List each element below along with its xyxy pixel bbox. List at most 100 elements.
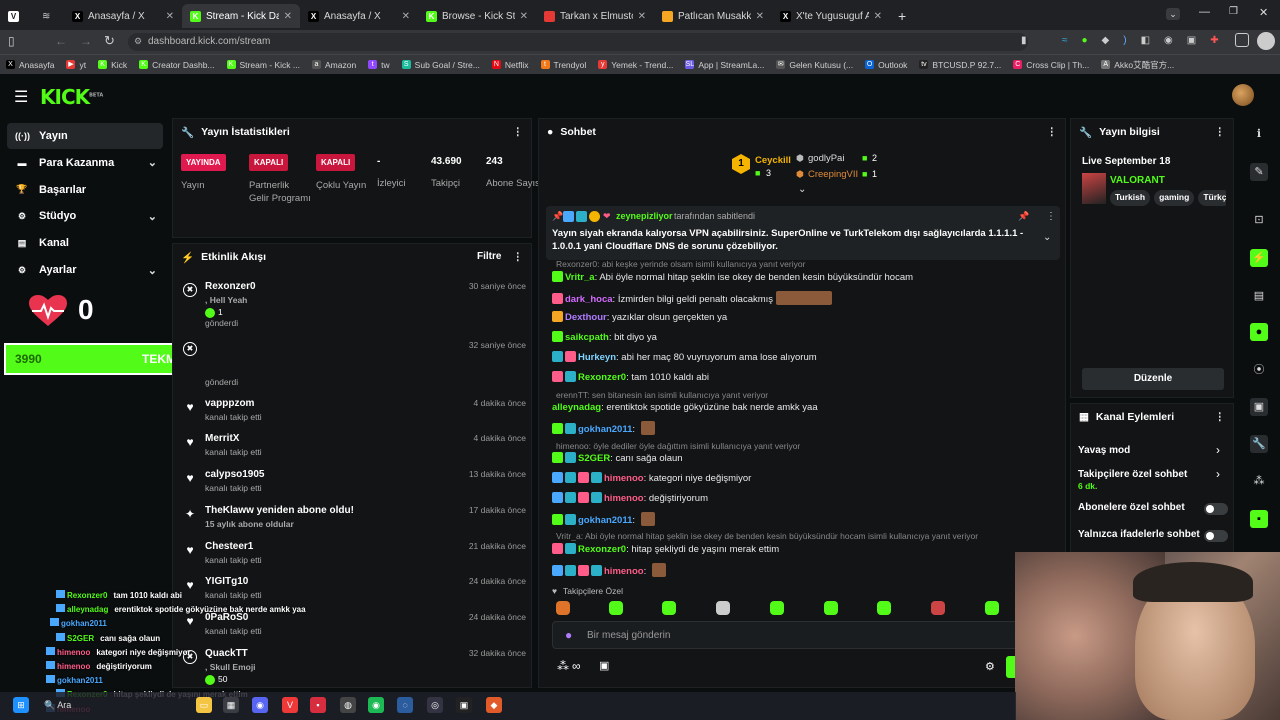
extensions-menu-icon[interactable] xyxy=(1235,33,1249,47)
pinned-by-user[interactable]: zeynepizliyor xyxy=(616,211,673,221)
bookmark-item[interactable]: X Anasayfa xyxy=(0,60,60,70)
document-icon[interactable]: ▤ xyxy=(1250,287,1268,305)
stream-tag[interactable]: Turkish xyxy=(1110,190,1151,206)
emote-icon[interactable] xyxy=(877,601,891,615)
edit-button[interactable]: Düzenle xyxy=(1082,368,1224,390)
new-tab-button[interactable]: + xyxy=(890,4,910,28)
emote-icon[interactable] xyxy=(662,601,676,615)
bookmark-item[interactable]: t tw xyxy=(362,60,396,70)
chat-input[interactable]: ● Bir mesaj gönderin xyxy=(552,621,1062,649)
reload-icon[interactable]: ↻ xyxy=(104,33,115,49)
chat-username[interactable]: himenoo xyxy=(604,566,644,577)
bookmark-item[interactable]: K Stream - Kick ... xyxy=(221,60,306,70)
bookmark-item[interactable]: K Kick xyxy=(92,60,133,70)
screen-icon[interactable]: ⊡ xyxy=(1250,211,1268,229)
close-tab-icon[interactable]: ✕ xyxy=(166,11,174,22)
hamburger-menu-icon[interactable]: ☰ xyxy=(14,87,28,107)
unpin-icon[interactable]: 📌 xyxy=(1018,211,1029,222)
bookmark-item[interactable]: K Creator Dashb... xyxy=(133,60,220,70)
chat-username[interactable]: dark_hoca xyxy=(565,294,613,305)
spotify-icon[interactable]: ◉ xyxy=(368,697,384,713)
activity-name[interactable]: MerritX xyxy=(205,433,239,444)
channel-action-label[interactable]: Takipçilere özel sohbet xyxy=(1078,469,1187,480)
activity-name[interactable]: vapppzom xyxy=(205,398,254,409)
browser-tab[interactable]: K Stream - Kick Dashboard ✕ xyxy=(182,4,300,28)
close-tab-icon[interactable]: ✕ xyxy=(284,11,292,22)
emote-icon[interactable] xyxy=(931,601,945,615)
activity-name[interactable]: YIGITg10 xyxy=(205,576,248,587)
toolbox-icon[interactable]: ▣ xyxy=(1250,398,1268,416)
browser-tab[interactable]: Patlıcan Musakka Yapılış (v ✕ xyxy=(654,4,772,28)
bookmark-item[interactable]: O Outlook xyxy=(859,60,913,70)
close-tab-icon[interactable]: ✕ xyxy=(874,11,882,22)
sidebar-item-5[interactable]: ⚙ Ayarlar ⌄ xyxy=(7,257,163,283)
file-explorer-icon[interactable]: ▭ xyxy=(196,697,212,713)
channel-action-label[interactable]: Yavaş mod xyxy=(1078,445,1130,456)
microphone-icon[interactable]: ● xyxy=(565,628,572,642)
forward-arrow-icon[interactable]: → xyxy=(80,34,92,48)
windows-start-icon[interactable]: ⊞ xyxy=(13,697,29,713)
close-tab-icon[interactable]: ✕ xyxy=(402,11,410,22)
bookmark-item[interactable]: ✉ Gelen Kutusu (... xyxy=(770,60,859,70)
obs-icon[interactable]: ◍ xyxy=(340,697,356,713)
chat-username[interactable]: himenoo xyxy=(604,473,644,484)
browser-tab[interactable]: X X'te Yugusuguf Arşiv: "buzc ✕ xyxy=(772,4,890,28)
app-icon[interactable]: ▣ xyxy=(456,697,472,713)
chat-username[interactable]: gokhan2011 xyxy=(578,424,632,435)
channel-action-label[interactable]: Abonelere özel sohbet xyxy=(1078,502,1185,513)
browser-tab[interactable]: X Anasayfa / X ✕ xyxy=(64,4,182,28)
chat-username[interactable]: Vritr_a xyxy=(565,272,595,283)
broadcast-icon[interactable]: ⦿ xyxy=(1250,361,1268,379)
emote-icon[interactable] xyxy=(556,601,570,615)
chevron-right-icon[interactable]: › xyxy=(1216,467,1220,481)
chat-username[interactable]: Hurkeyn xyxy=(578,352,616,363)
emote-icon[interactable] xyxy=(824,601,838,615)
category-name[interactable]: VALORANT xyxy=(1110,175,1165,186)
discord-icon[interactable]: ◉ xyxy=(252,697,268,713)
chat-more-icon[interactable]: ⋮ xyxy=(1047,126,1058,138)
back-arrow-icon[interactable]: ← xyxy=(55,34,67,48)
chat-username[interactable]: S2GER xyxy=(578,453,610,464)
profile-avatar[interactable] xyxy=(1257,32,1275,50)
activity-name[interactable]: TheKlaww yeniden abone oldu! xyxy=(205,505,354,516)
activity-name[interactable]: calypso1905 xyxy=(205,469,265,480)
extension-icon-5[interactable]: ◧ xyxy=(1141,35,1150,46)
extension-icon-7[interactable]: ▣ xyxy=(1187,35,1196,46)
taskbar-search[interactable]: 🔍 Ara xyxy=(44,697,164,713)
app-icon[interactable]: ◎ xyxy=(427,697,443,713)
extension-icon-1[interactable]: ≈ xyxy=(1062,35,1068,46)
activity-name[interactable]: QuackTT xyxy=(205,648,248,659)
chevron-down-icon[interactable]: ⌄ xyxy=(1043,232,1051,243)
bookmark-item[interactable]: C Cross Clip | Th... xyxy=(1007,60,1095,70)
emote-icon[interactable] xyxy=(716,601,730,615)
tab-list-chevron-icon[interactable]: ⌄ xyxy=(1166,8,1180,20)
chat-username[interactable]: alleynadag xyxy=(552,402,601,413)
browser-tab[interactable]: Tarkan x Elmusto x Era7cap ✕ xyxy=(536,4,654,28)
pinned-more-icon[interactable]: ⋮ xyxy=(1046,211,1056,222)
extension-icon-8[interactable]: ✚ xyxy=(1210,35,1218,46)
close-tab-icon[interactable]: ✕ xyxy=(638,11,646,22)
stats-more-icon[interactable]: ⋮ xyxy=(513,126,524,138)
stream-tag[interactable]: Türkç xyxy=(1198,190,1226,206)
info-icon[interactable]: ℹ xyxy=(1250,125,1268,143)
chat-username[interactable]: Dexthour xyxy=(565,312,607,323)
browser-tab[interactable]: K Browse - Kick Streaming ✕ xyxy=(418,4,536,28)
bookmark-icon[interactable]: ▮ xyxy=(1021,35,1027,46)
app-icon[interactable]: ◌ xyxy=(397,697,413,713)
browser-menu-button[interactable]: V xyxy=(0,4,34,28)
channel-actions-more-icon[interactable]: ⋮ xyxy=(1215,411,1226,423)
stream-tag[interactable]: gaming xyxy=(1154,190,1195,206)
bookmark-item[interactable]: ▶ yt xyxy=(60,60,92,70)
activity-more-icon[interactable]: ⋮ xyxy=(513,251,524,263)
expand-leaderboard-icon[interactable]: ⌄ xyxy=(798,184,806,195)
filter-button[interactable]: Filtre xyxy=(477,251,501,262)
bookmark-item[interactable]: SL App | StreamLa... xyxy=(679,60,770,70)
close-tab-icon[interactable]: ✕ xyxy=(756,11,764,22)
kick-points-icon[interactable]: ⁂ xyxy=(1250,472,1268,490)
chevron-down-icon[interactable]: ⌄ xyxy=(148,210,157,223)
url-field[interactable]: dashboard.kick.com/stream xyxy=(128,33,1028,51)
sidebar-item-1[interactable]: ▬ Para Kazanma ⌄ xyxy=(7,150,163,176)
minimize-window-button[interactable]: — xyxy=(1199,6,1210,18)
bolt-icon[interactable]: ⚡ xyxy=(1250,249,1268,267)
stream-info-more-icon[interactable]: ⋮ xyxy=(1215,126,1226,138)
